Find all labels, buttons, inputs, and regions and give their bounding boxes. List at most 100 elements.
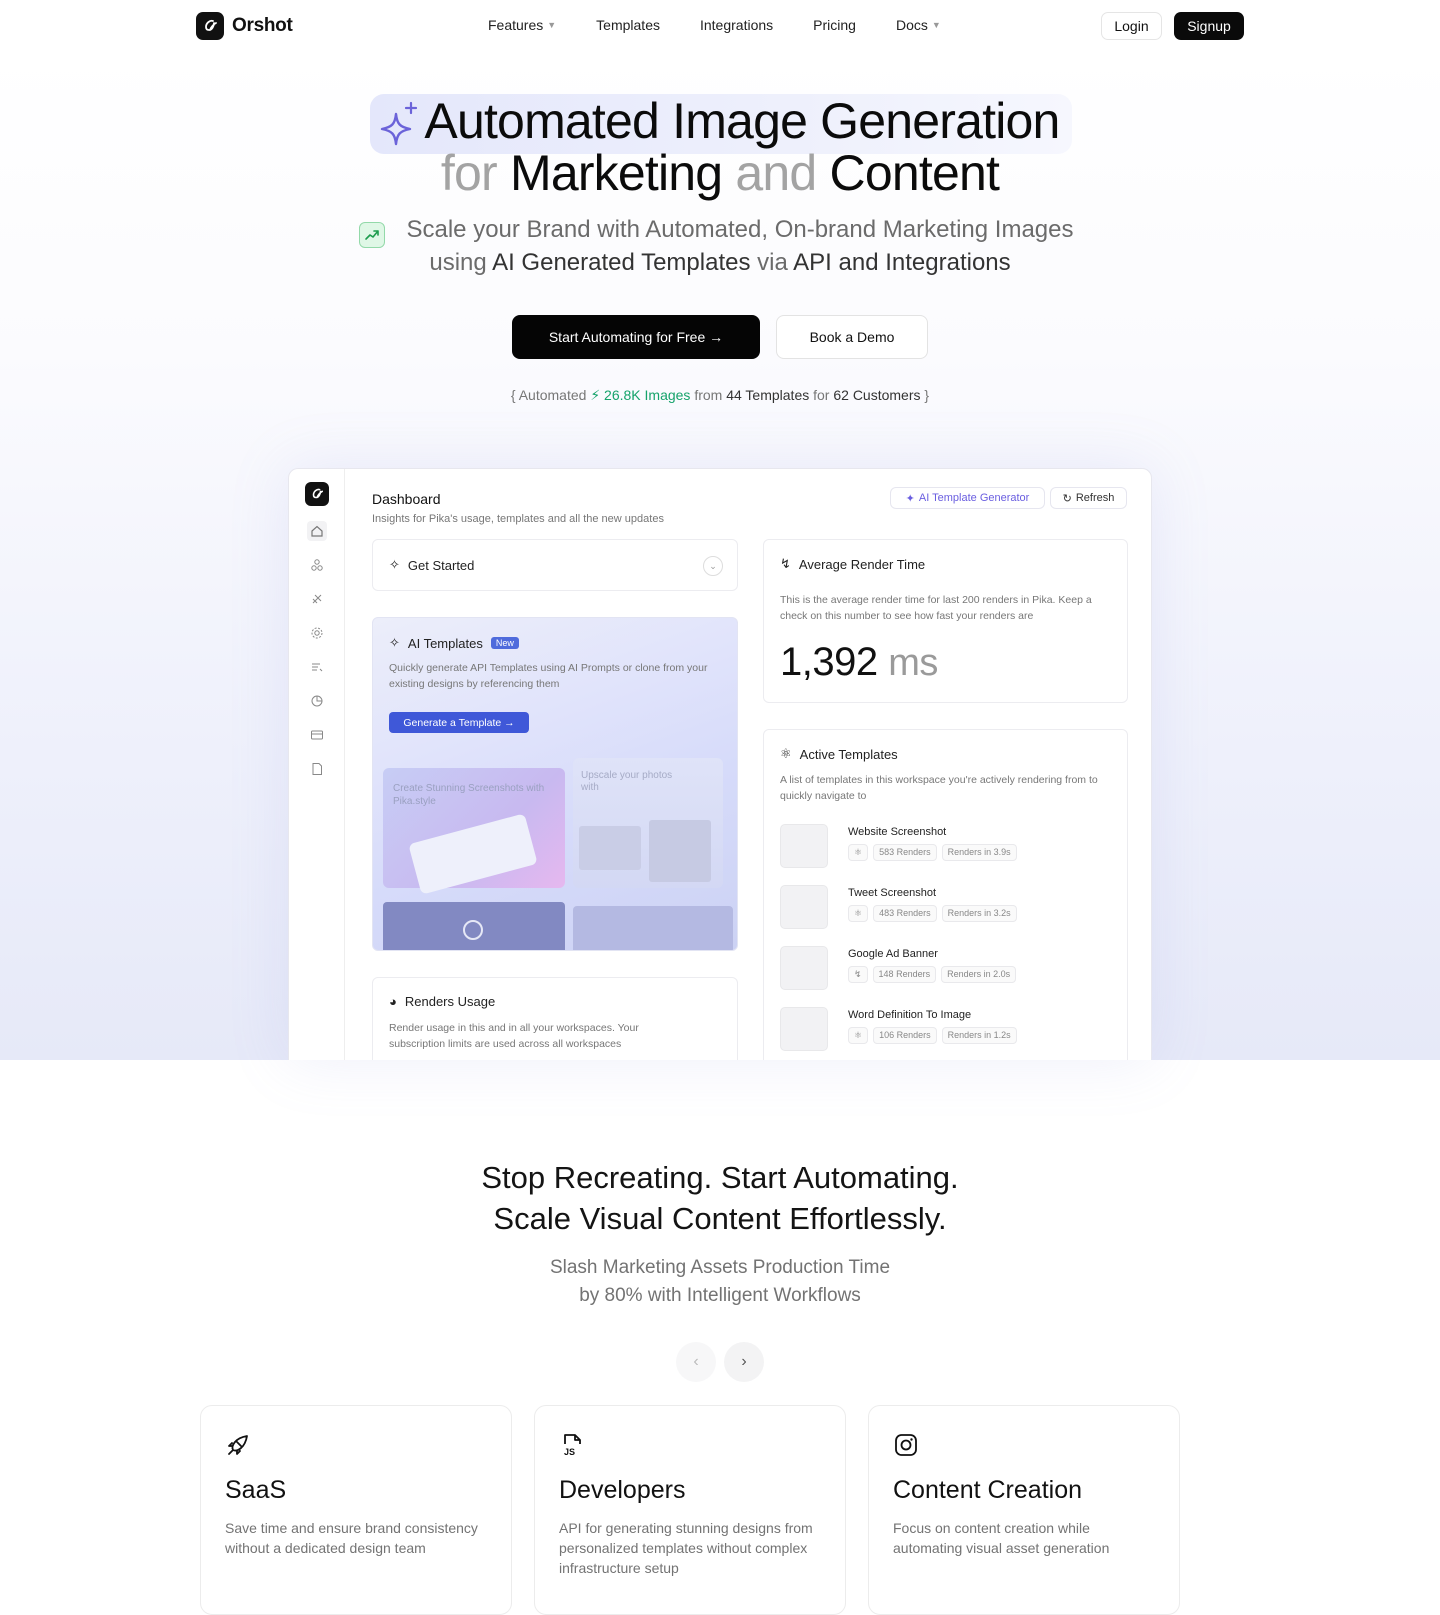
refresh-label: Refresh	[1075, 492, 1115, 504]
feature-card-desc: Save time and ensure brand consistency w…	[225, 1520, 478, 1556]
nav-templates[interactable]: Templates	[596, 17, 660, 33]
bolt-icon: ⚡︎	[590, 387, 601, 403]
orshot-logo-icon	[196, 12, 224, 40]
template-render-time: Renders in 3.2s	[941, 905, 1017, 922]
subtitle-using: using	[429, 249, 487, 276]
template-type-icon: ⚛	[848, 905, 869, 922]
feature-card-content-creation[interactable]: Content Creation Focus on content creati…	[868, 1405, 1180, 1615]
list-icon[interactable]	[307, 657, 327, 677]
get-started-card[interactable]: ✧ Get Started ⌄	[372, 539, 738, 591]
usage-chart-icon[interactable]	[307, 691, 327, 711]
usage-stats: { Automated ⚡︎ 26.8K Images from 44 Temp…	[0, 387, 1440, 404]
chevron-right-icon: ›	[741, 1353, 747, 1370]
feature-card-title: Developers	[559, 1476, 686, 1504]
template-row[interactable]: Website Screenshot ⚛ 583 Renders Renders i…	[780, 824, 1120, 872]
subtitle-api: API and Integrations	[793, 249, 1011, 276]
nav-docs-label: Docs	[895, 17, 928, 33]
ai-templates-desc: Quickly generate API Templates using AI …	[389, 662, 708, 690]
section-heading-line2: Scale Visual Content Effortlessly.	[493, 1201, 947, 1236]
preview-github-tile	[383, 902, 565, 950]
section-subheading-line2: by 80% with Intelligent Workflows	[579, 1285, 861, 1306]
ai-template-generator-button[interactable]: ✦ AI Template Generator	[890, 487, 1045, 509]
get-started-header: ✧ Get Started	[389, 557, 474, 573]
refresh-button[interactable]: ↻ Refresh	[1050, 487, 1127, 509]
integrations-icon[interactable]	[307, 589, 327, 609]
template-row[interactable]: Tweet Screenshot ⚛ 483 Renders Renders in …	[780, 885, 1120, 933]
preview-upscale-tile: Upscale your photos with	[573, 758, 723, 888]
template-type-icon: ↯	[848, 966, 868, 983]
signup-button[interactable]: Signup	[1174, 12, 1244, 40]
sparkle-icon: ✦	[905, 492, 915, 505]
github-icon	[463, 920, 483, 940]
instagram-icon	[895, 1434, 917, 1456]
template-renders: 148 Renders	[872, 966, 937, 983]
preview-image	[408, 813, 538, 895]
active-templates-desc: A list of templates in this workspace yo…	[780, 774, 1098, 802]
template-name: Google Ad Banner	[848, 948, 938, 960]
avg-render-header: ↯ Average Render Time	[780, 556, 925, 572]
avg-render-unit: ms	[888, 642, 938, 684]
nav-features-label: Features	[488, 17, 544, 33]
book-demo-button[interactable]: Book a Demo	[776, 315, 928, 359]
subtitle-via: via	[757, 249, 788, 276]
generate-template-button[interactable]: Generate a Template →	[389, 712, 529, 733]
template-render-time: Renders in 2.0s	[941, 966, 1017, 983]
feature-card-saas[interactable]: SaaS Save time and ensure brand consiste…	[200, 1405, 512, 1615]
stats-from: from	[694, 387, 723, 403]
docs-icon[interactable]	[307, 759, 327, 779]
carousel-next-button[interactable]: ›	[724, 1342, 764, 1382]
template-row[interactable]: Word Definition To Image ⚛ 106 Renders Ren…	[780, 1007, 1120, 1055]
hero-subtitle-line1: Scale your Brand with Automated, On-bran…	[0, 216, 1440, 244]
stats-templates: 44 Templates	[726, 387, 810, 403]
template-render-time: Renders in 3.9s	[941, 844, 1017, 861]
template-thumbnail	[780, 1007, 828, 1051]
nav-integrations[interactable]: Integrations	[700, 17, 773, 33]
billing-card-icon[interactable]	[307, 725, 327, 745]
settings-gear-icon[interactable]	[307, 623, 327, 643]
preview-screenshot-text: Create Stunning Screenshots with Pika.st…	[393, 783, 545, 807]
home-icon[interactable]	[307, 521, 327, 541]
ai-generator-label: AI Template Generator	[918, 492, 1030, 504]
headline-for: for	[440, 145, 498, 201]
ai-templates-title: AI Templates	[407, 635, 483, 651]
feature-card-desc: Focus on content creation while automati…	[893, 1520, 1110, 1556]
dashboard-sidebar	[289, 469, 345, 1060]
bolt-icon: ↯	[780, 556, 791, 571]
templates-icon[interactable]	[307, 555, 327, 575]
section-subheading-line1: Slash Marketing Assets Production Time	[549, 1257, 891, 1278]
headline-content: Content	[829, 145, 1000, 201]
usage-chart-icon: ◕	[389, 994, 397, 1009]
ai-templates-header: ✧ AI Templates New	[389, 635, 519, 651]
headline-text: Automated Image Generation	[424, 93, 1060, 149]
orshot-logo-icon[interactable]	[305, 482, 329, 506]
nav-docs[interactable]: Docs ▼	[896, 17, 941, 33]
chevron-down-icon[interactable]: ⌄	[703, 556, 723, 576]
carousel-prev-button[interactable]: ‹	[676, 1342, 716, 1382]
get-started-label: Get Started	[407, 557, 475, 573]
preview-photo-after	[649, 820, 711, 882]
dashboard-title: Dashboard	[372, 491, 441, 507]
preview-photo-before	[579, 826, 641, 870]
nav-features[interactable]: Features ▼	[488, 17, 556, 33]
stats-open: { Automated	[510, 387, 587, 403]
login-button[interactable]: Login	[1101, 12, 1162, 40]
main-menu: Features ▼ Templates Integrations Pricing…	[488, 17, 941, 33]
template-thumbnail	[780, 824, 828, 868]
template-row[interactable]: Google Ad Banner ↯ 148 Renders Renders in …	[780, 946, 1120, 994]
refresh-icon: ↻	[1062, 492, 1072, 505]
hero-headline-line1: Automated Image Generation	[0, 92, 1440, 150]
brand-logo[interactable]: Orshot	[196, 12, 293, 40]
ai-templates-card: ✧ AI Templates New Quickly generate API Te…	[372, 617, 738, 951]
nav-pricing[interactable]: Pricing	[813, 17, 856, 33]
feature-card-developers[interactable]: JS Developers API for generating stunnin…	[534, 1405, 846, 1615]
top-nav: Orshot Features ▼ Templates Integrations …	[0, 0, 1440, 52]
template-thumbnail	[780, 885, 828, 929]
start-automating-button[interactable]: Start Automating for Free →	[512, 315, 760, 359]
template-type-icon: ⚛	[848, 844, 869, 861]
chevron-down-icon: ▼	[931, 20, 941, 30]
preview-upscale-text: Upscale your photos with	[581, 770, 673, 793]
template-renders: 483 Renders	[873, 905, 937, 922]
js-file-icon: JS	[564, 1434, 581, 1457]
renders-usage-header: ◕ Renders Usage	[389, 994, 495, 1009]
headline-and: and	[735, 145, 817, 201]
